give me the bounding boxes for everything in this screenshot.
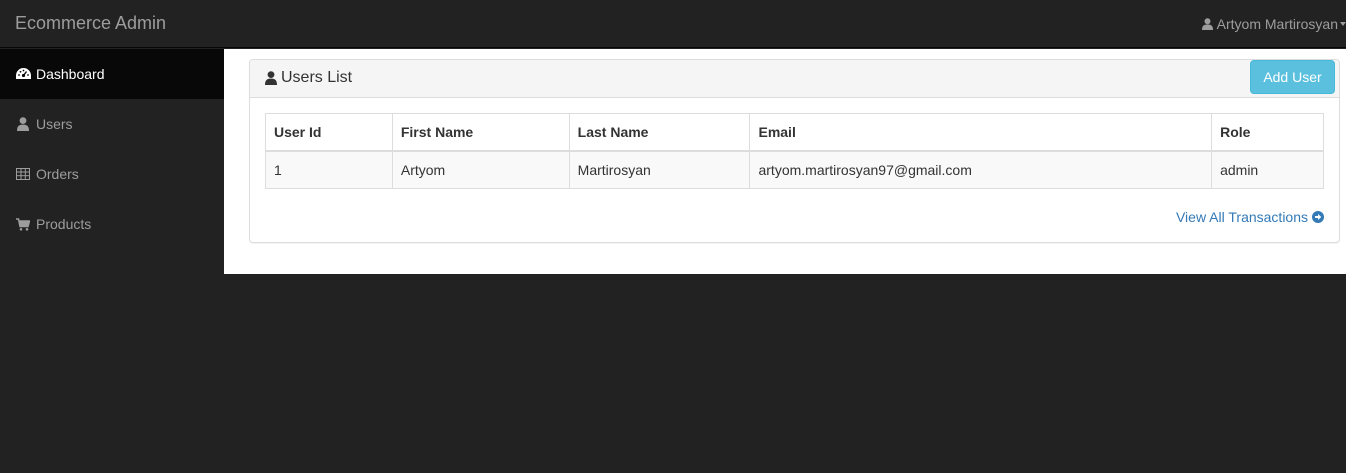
users-table: User Id First Name Last Name Email Role … xyxy=(265,113,1324,189)
panel-title: Users List xyxy=(265,69,352,87)
sidebar-item-label: Dashboard xyxy=(36,66,105,82)
sidebar-item-label: Users xyxy=(36,116,73,132)
brand-title[interactable]: Ecommerce Admin xyxy=(15,12,166,34)
column-header-first-name: First Name xyxy=(391,113,570,152)
user-icon xyxy=(15,117,31,131)
sidebar-item-users[interactable]: Users xyxy=(0,99,224,149)
sidebar-item-label: Products xyxy=(36,216,92,232)
add-user-button[interactable]: Add User xyxy=(1250,60,1335,94)
column-header-user-id: User Id xyxy=(265,113,393,152)
column-header-email: Email xyxy=(749,113,1213,152)
users-list-panel: Users List Add User User Id First Name L… xyxy=(249,59,1340,243)
sidebar-item-products[interactable]: Products xyxy=(0,199,224,249)
panel-title-text: Users List xyxy=(281,69,353,86)
cell-first-name: Artyom xyxy=(391,150,570,189)
user-name: Artyom Martirosyan xyxy=(1216,16,1338,32)
user-icon xyxy=(265,71,277,85)
page-content: Users List Add User User Id First Name L… xyxy=(224,49,1346,274)
table-header-row: User Id First Name Last Name Email Role xyxy=(265,113,1324,152)
sidebar-item-orders[interactable]: Orders xyxy=(0,149,224,199)
user-icon xyxy=(1201,18,1213,30)
view-all-label: View All Transactions xyxy=(1175,209,1308,225)
table-icon xyxy=(15,168,31,180)
column-header-role: Role xyxy=(1211,113,1324,152)
shopping-cart-icon xyxy=(15,217,31,231)
table-row[interactable]: 1 Artyom Martirosyan artyom.martirosyan9… xyxy=(265,150,1324,189)
user-menu-dropdown[interactable]: Artyom Martirosyan xyxy=(1201,14,1346,34)
panel-heading: Users List Add User xyxy=(250,60,1339,98)
view-all-transactions-link[interactable]: View All Transactions xyxy=(1176,209,1324,225)
cell-role: admin xyxy=(1211,150,1324,189)
cell-last-name: Martirosyan xyxy=(568,150,751,189)
sidebar: Dashboard Users Orders Products xyxy=(0,49,224,249)
sidebar-item-dashboard[interactable]: Dashboard xyxy=(0,49,224,99)
sidebar-item-label: Orders xyxy=(36,166,79,182)
dashboard-icon xyxy=(15,68,31,80)
cell-email: artyom.martirosyan97@gmail.com xyxy=(749,150,1213,189)
chevron-down-icon xyxy=(1340,22,1346,26)
cell-user-id: 1 xyxy=(265,150,393,189)
top-navbar: Ecommerce Admin Artyom Martirosyan xyxy=(0,0,1346,48)
arrow-circle-right-icon xyxy=(1312,211,1324,223)
column-header-last-name: Last Name xyxy=(568,113,751,152)
